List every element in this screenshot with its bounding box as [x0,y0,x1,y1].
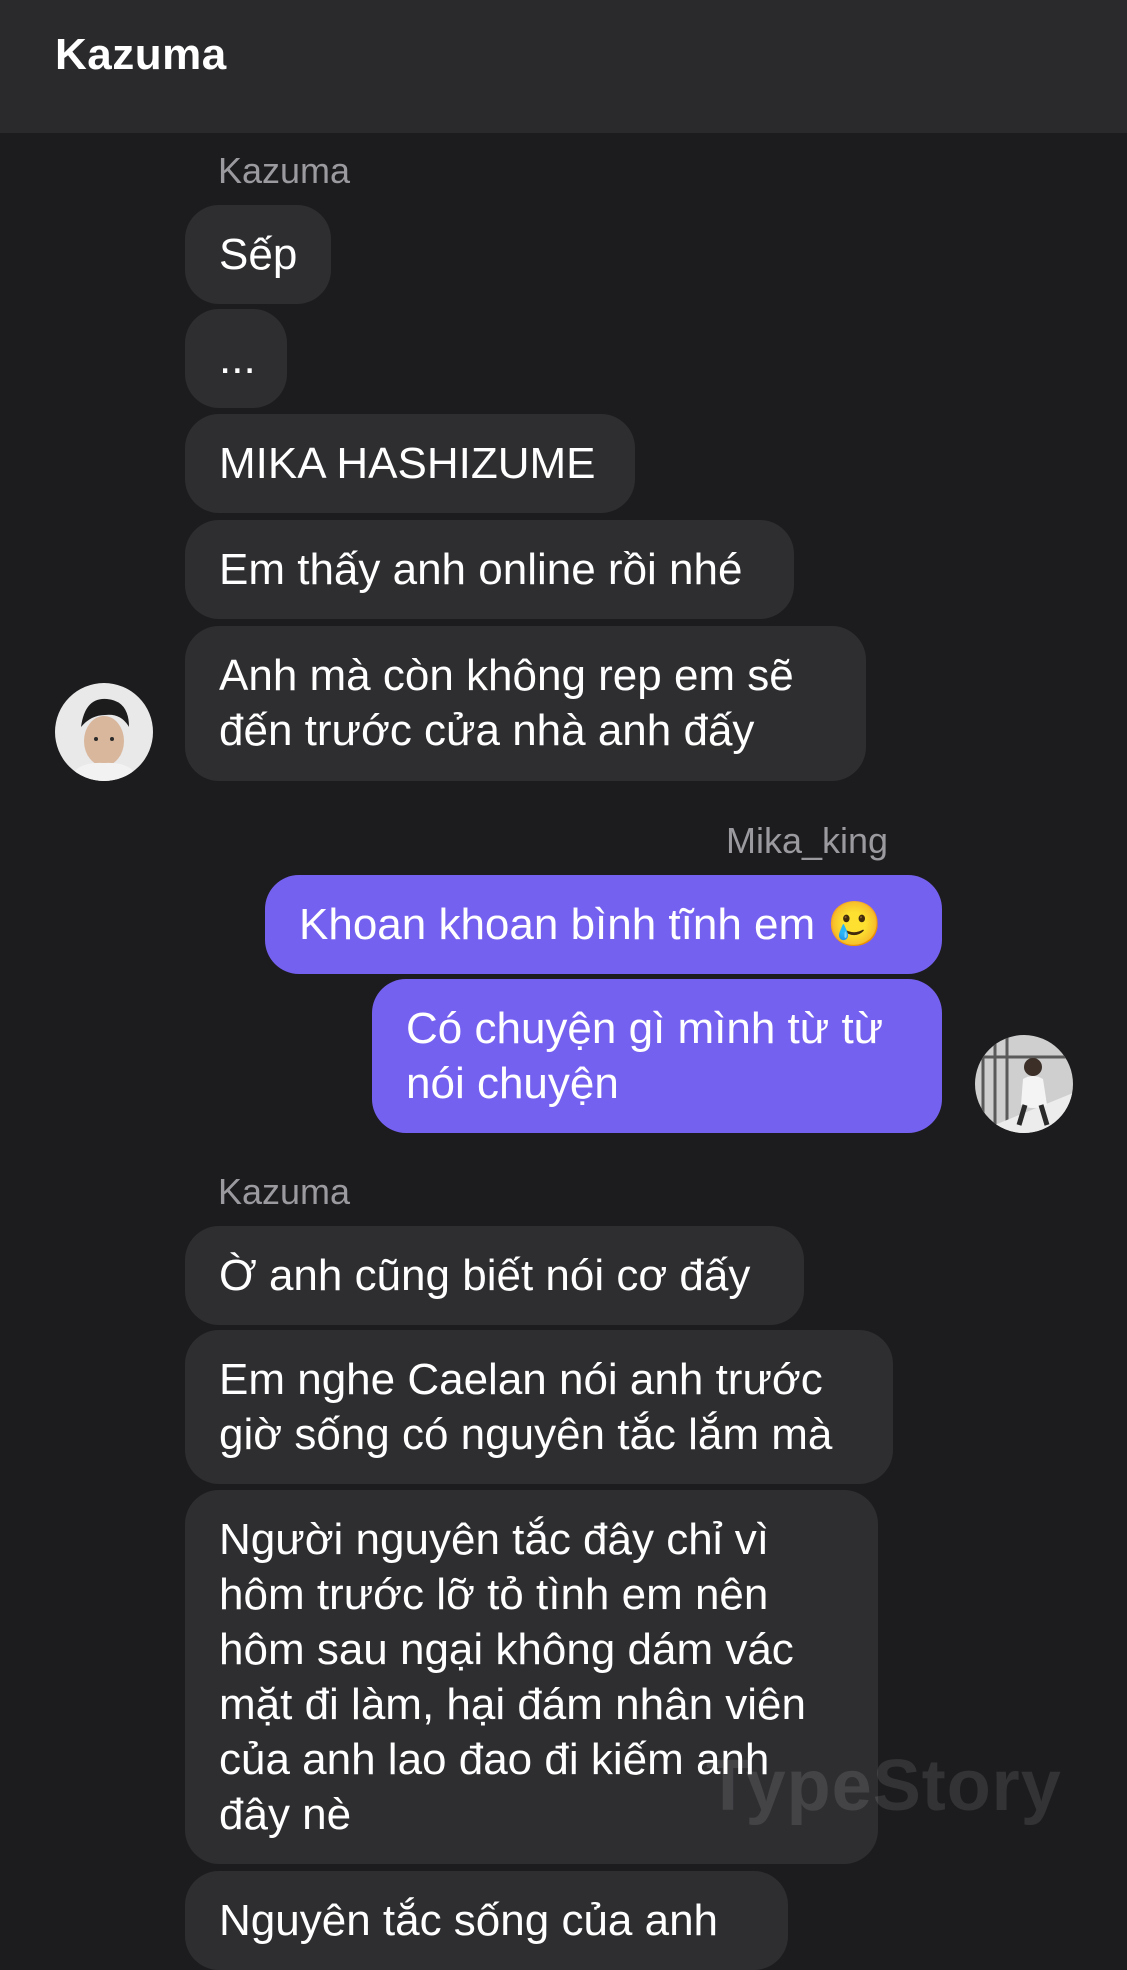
message-bubble-incoming[interactable]: ... [185,309,287,408]
kazuma-avatar[interactable] [55,683,153,781]
mika-avatar[interactable] [975,1035,1073,1133]
message-bubble-incoming[interactable]: MIKA HASHIZUME [185,414,635,513]
chat-title[interactable]: Kazuma [55,30,227,80]
message-bubble-incoming[interactable]: Sếp [185,205,331,304]
message-bubble-incoming[interactable]: Em nghe Caelan nói anh trước giờ sống có… [185,1330,893,1484]
message-bubble-outgoing[interactable]: Có chuyện gì mình từ từ nói chuyện [372,979,942,1133]
message-bubble-incoming[interactable]: Em thấy anh online rồi nhé [185,520,794,619]
sender-name: Kazuma [218,1171,351,1212]
avatar-photo-icon [975,1035,1073,1133]
message-bubble-incoming[interactable]: Ờ anh cũng biết nói cơ đấy [185,1226,804,1325]
sender-name: Kazuma [218,150,351,191]
watermark-logo: TypeStory [706,1746,1062,1826]
sender-name: Mika_king [726,820,889,861]
message-bubble-incoming[interactable]: Nguyên tắc sống của anh [185,1871,788,1970]
chat-header: Kazuma [0,0,1127,133]
avatar-photo-icon [55,683,153,781]
message-bubble-incoming[interactable]: Anh mà còn không rep em sẽ đến trước cửa… [185,626,866,781]
message-bubble-outgoing[interactable]: Khoan khoan bình tĩnh em 🥲 [265,875,942,974]
